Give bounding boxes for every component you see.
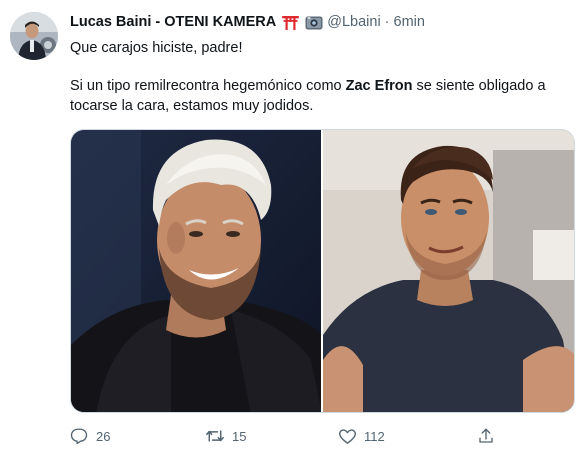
retweet-button[interactable]: 15 [198, 424, 246, 448]
display-name[interactable]: Lucas Baini - OTENI KAMERA [70, 14, 276, 30]
share-icon [469, 424, 503, 448]
media-grid [70, 129, 575, 413]
tweet-header: Lucas Baini - OTENI KAMERA @Lbaini · 6mi… [70, 13, 425, 31]
share-button[interactable] [469, 424, 503, 448]
photo-right[interactable] [323, 130, 574, 412]
like-button[interactable]: 112 [330, 424, 385, 448]
tweet-card[interactable]: Lucas Baini - OTENI KAMERA @Lbaini · 6mi… [0, 0, 588, 449]
tweet-text: Que carajos hiciste, padre! Si un tipo r… [70, 38, 570, 116]
retweet-icon [198, 424, 232, 448]
timestamp[interactable]: 6min [394, 14, 425, 30]
mention-bold: Zac Efron [345, 78, 413, 94]
heart-icon [330, 424, 364, 448]
like-count: 112 [364, 428, 385, 444]
avatar[interactable] [10, 12, 58, 60]
photo-left[interactable] [71, 130, 321, 412]
torii-gate-icon [282, 15, 300, 30]
separator-dot: · [384, 14, 390, 30]
camera-icon [305, 15, 323, 30]
avatar-photo [10, 12, 58, 60]
user-handle[interactable]: @Lbaini [327, 14, 380, 30]
reply-icon [62, 424, 96, 448]
action-bar: 26 15 112 [62, 424, 502, 448]
tweet-text-line-2: Si un tipo remilrecontra hegemónico como… [70, 76, 570, 116]
reply-count: 26 [96, 428, 111, 444]
retweet-count: 15 [232, 428, 247, 444]
tweet-text-before: Si un tipo remilrecontra hegemónico como [70, 78, 346, 94]
reply-button[interactable]: 26 [62, 424, 110, 448]
tweet-text-line-1: Que carajos hiciste, padre! [70, 40, 243, 56]
